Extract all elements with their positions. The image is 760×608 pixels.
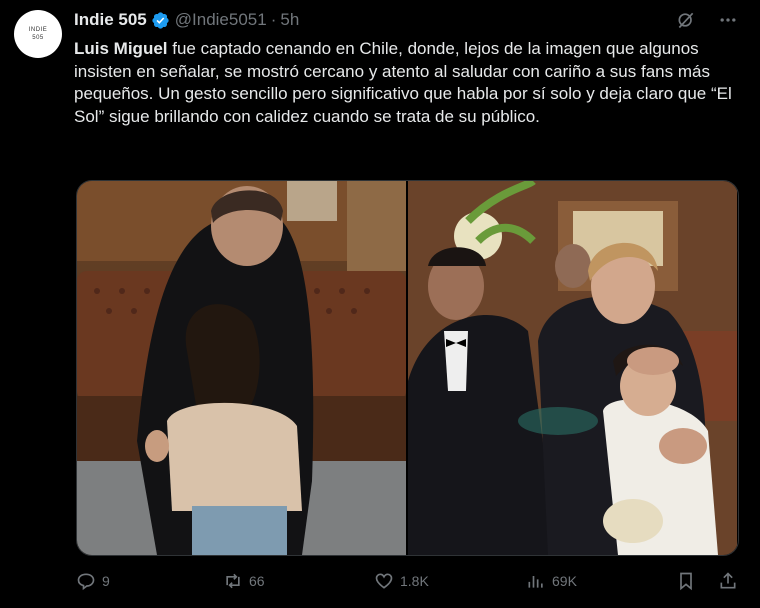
views-icon	[528, 576, 543, 588]
verified-badge-icon	[152, 11, 169, 29]
reply-icon	[77, 573, 95, 591]
post-body: fue captado cenando en Chile, donde, lej…	[74, 39, 732, 126]
repost-icon	[226, 573, 240, 589]
reply-count: 9	[102, 573, 110, 589]
share-button[interactable]	[718, 571, 738, 591]
views-count: 69K	[552, 573, 577, 589]
author-name[interactable]: Indie 505	[74, 10, 147, 30]
reply-button[interactable]: 9	[76, 571, 110, 591]
post-text: Luis Miguel fue captado cenando en Chile…	[74, 38, 740, 128]
avatar-text-top: INDIE	[28, 27, 48, 33]
action-bar: 9 66 1.8K 69K	[76, 568, 740, 594]
grok-icon[interactable]	[676, 10, 696, 30]
author-avatar[interactable]: INDIE 505	[14, 10, 62, 58]
views-button[interactable]: 69K	[526, 571, 577, 591]
like-button[interactable]: 1.8K	[374, 571, 429, 591]
mention-name: Luis Miguel	[74, 39, 168, 58]
avatar-text-bottom: 505	[32, 35, 44, 41]
post-time[interactable]: 5h	[280, 10, 299, 30]
more-icon[interactable]	[718, 10, 738, 30]
like-icon	[375, 573, 393, 589]
share-icon	[720, 572, 736, 589]
header-actions	[676, 10, 738, 30]
repost-count: 66	[249, 573, 265, 589]
post-media	[76, 180, 739, 556]
bookmark-button[interactable]	[676, 571, 696, 591]
separator-dot: ·	[270, 10, 277, 29]
bookmark-icon	[680, 572, 692, 591]
photo-left[interactable]	[77, 181, 406, 555]
post-header: Indie 505 @Indie5051 · 5h	[74, 9, 299, 31]
repost-button[interactable]: 66	[223, 571, 265, 591]
photo-right[interactable]	[408, 181, 737, 555]
author-handle[interactable]: @Indie5051	[175, 10, 267, 30]
like-count: 1.8K	[400, 573, 429, 589]
